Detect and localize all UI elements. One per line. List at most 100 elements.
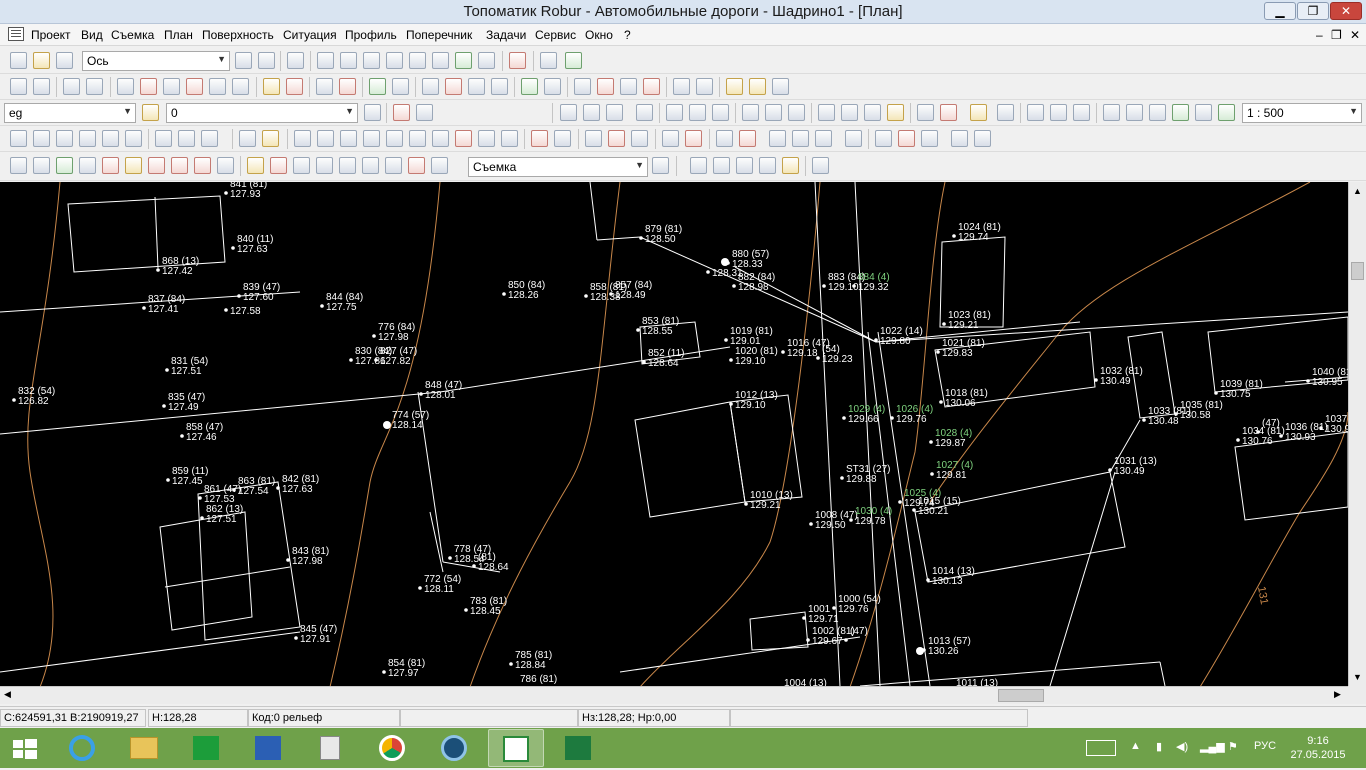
survey-point-marker[interactable] [706,270,710,274]
view2-icon[interactable] [1050,104,1067,121]
menu-help[interactable]: ? [624,28,631,42]
survey-point-marker[interactable] [320,304,324,308]
options-icon[interactable] [1126,104,1143,121]
bar-chart-icon[interactable] [217,157,234,174]
lines-icon[interactable] [759,157,776,174]
arrow-icon[interactable] [643,78,660,95]
save-icon[interactable] [56,52,73,69]
cloud-icon[interactable] [455,130,472,147]
point-remove-icon[interactable] [186,78,203,95]
survey-point-marker[interactable] [472,564,476,568]
survey-point-marker[interactable] [224,308,228,312]
grid-fine-icon[interactable] [765,104,782,121]
survey-point-marker[interactable] [12,398,16,402]
profile-shift-icon[interactable] [921,130,938,147]
survey-point-marker[interactable] [1236,438,1240,442]
check-icon[interactable] [369,78,386,95]
filter-down-icon[interactable] [408,157,425,174]
survey-point-marker[interactable] [842,416,846,420]
menu-window[interactable]: Окно [585,28,613,42]
arrow-ne-icon[interactable] [690,157,707,174]
chain-icon[interactable] [171,157,188,174]
survey-point-marker[interactable] [849,518,853,522]
network-icon[interactable]: ▂▄▆ [1200,740,1225,753]
polyline-info-icon[interactable] [544,78,561,95]
point-delete-icon[interactable] [140,78,157,95]
tunnel-icon[interactable] [631,130,648,147]
join-icon[interactable] [363,130,380,147]
survey-point-marker[interactable] [464,608,468,612]
cross-move-icon[interactable] [696,78,713,95]
mdi-minimize-button[interactable]: – [1316,28,1323,42]
add-survey-icon[interactable] [10,78,27,95]
survey-point-marker[interactable] [809,522,813,526]
survey-point-marker[interactable] [639,236,643,240]
frame-text-icon[interactable] [864,104,881,121]
polyline-edit-icon[interactable] [491,78,508,95]
menu-project[interactable]: Проект [31,28,71,42]
survey-point-marker[interactable] [165,368,169,372]
snap-grid-icon[interactable] [636,104,653,121]
survey-point-marker[interactable] [294,636,298,640]
polyline-delete-icon[interactable] [445,78,462,95]
scroll-down-icon[interactable]: ▼ [1353,672,1362,682]
snap-mid-icon[interactable] [606,104,623,121]
scroll-left-icon[interactable]: ◀ [4,689,11,700]
pencil-icon[interactable] [726,78,743,95]
arrow-line-icon[interactable] [56,130,73,147]
profile-add-icon[interactable] [716,130,733,147]
survey-point-marker[interactable] [912,508,916,512]
survey-point-marker[interactable] [419,392,423,396]
system-clock[interactable]: 9:16 27.05.2015 [1290,734,1346,762]
circle-icon[interactable] [102,130,119,147]
survey-point-marker[interactable] [162,404,166,408]
draw-hatch-icon[interactable] [712,104,729,121]
store-icon[interactable] [178,729,234,767]
cross-icon[interactable] [673,78,690,95]
layer-type-combo[interactable]: Съемка ▼ [468,157,648,177]
survey-point-marker[interactable] [822,284,826,288]
polyline-move-icon[interactable] [468,78,485,95]
move-icon[interactable] [317,130,334,147]
pan-icon[interactable] [317,52,334,69]
arc-icon[interactable] [155,130,172,147]
delete-station-icon[interactable] [86,78,103,95]
vertical-scroll-thumb[interactable] [1351,262,1364,280]
survey-point-marker[interactable] [926,578,930,582]
survey-point-marker[interactable] [930,472,934,476]
minimize-button[interactable]: ▁ [1264,2,1296,20]
fork-delete-icon[interactable] [270,157,287,174]
menu-plan[interactable]: План [164,28,193,42]
survey-point-marker[interactable] [224,191,228,195]
survey-point-marker[interactable] [200,516,204,520]
mdi-restore-button[interactable]: ❐ [1331,28,1342,42]
survey-point-marker[interactable] [724,338,728,342]
survey-point-marker[interactable] [372,334,376,338]
profile-delete-icon[interactable] [739,130,756,147]
menu-view[interactable]: Вид [81,28,103,42]
table-icon[interactable] [416,104,433,121]
vertical-scrollbar[interactable]: ▲ ▼ [1348,182,1366,686]
survey-point-marker[interactable] [156,268,160,272]
survey-point-marker[interactable] [942,322,946,326]
scale-combo[interactable]: 1 : 500 ▼ [1242,103,1362,123]
scroll-up-icon[interactable]: ▲ [1353,186,1362,196]
profile-light-icon[interactable] [769,130,786,147]
survey-point-marker[interactable] [180,434,184,438]
battery-icon[interactable]: ▮ [1156,740,1162,753]
profile-select-icon[interactable] [951,130,968,147]
scale-icon[interactable] [501,130,518,147]
file-explorer-icon[interactable] [116,729,172,767]
object-combo[interactable]: Ось ▼ [82,51,230,71]
survey-point-marker[interactable] [844,638,848,642]
survey-point-marker[interactable] [744,502,748,506]
arrow-up-icon[interactable] [713,157,730,174]
survey-table-icon[interactable] [33,78,50,95]
layer-combo[interactable]: eg ▼ [4,103,136,123]
table-check-icon[interactable] [392,78,409,95]
layers-icon[interactable] [142,104,159,121]
survey-point-marker[interactable] [816,356,820,360]
survey-point-marker[interactable] [448,556,452,560]
draw-line-icon[interactable] [666,104,683,121]
survey-point-marker[interactable] [382,670,386,674]
